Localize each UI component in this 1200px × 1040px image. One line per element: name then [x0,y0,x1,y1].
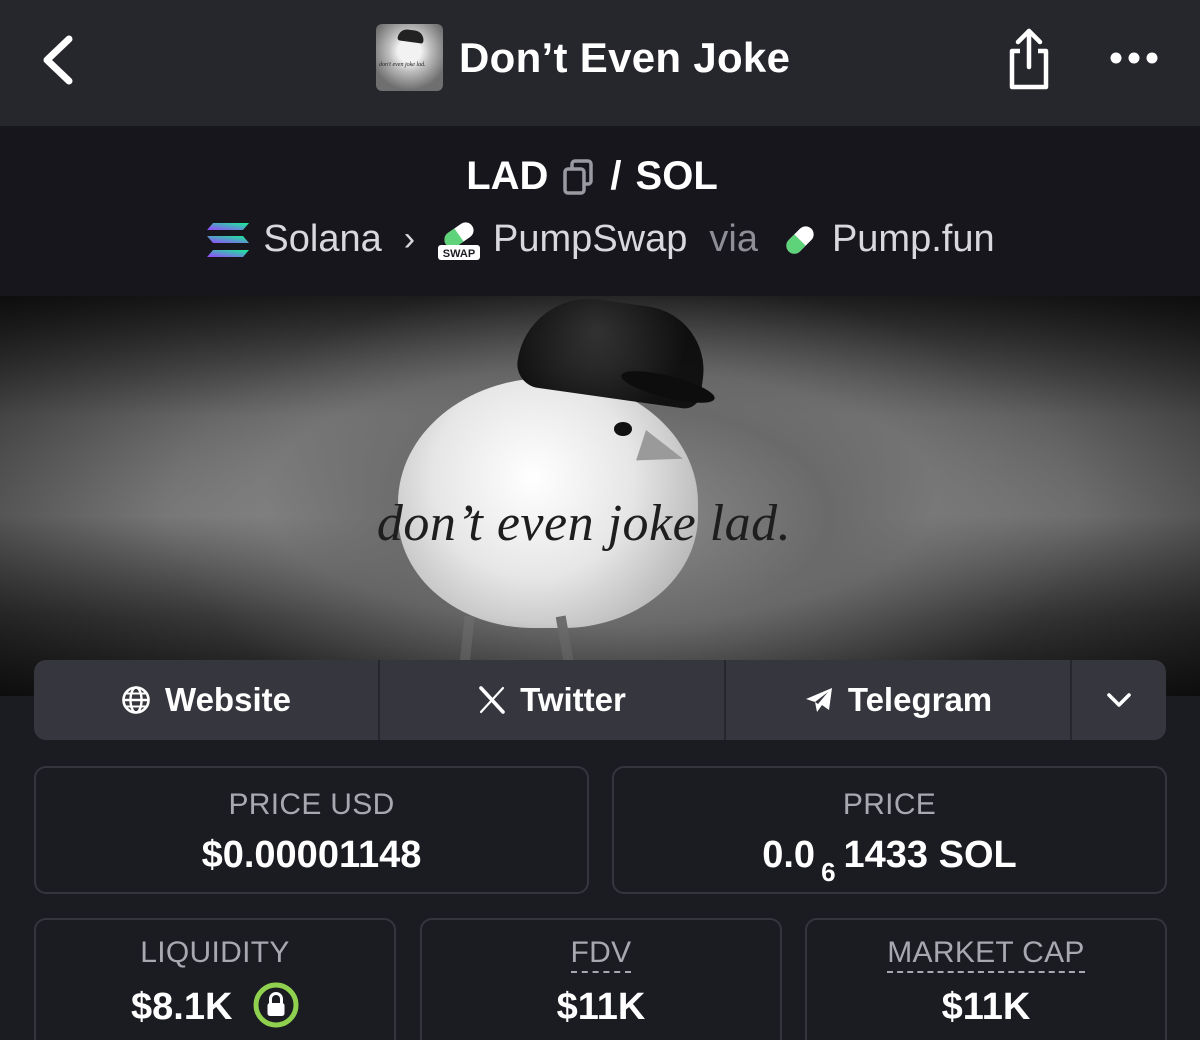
pumpfun-pill-icon [786,225,814,254]
price-usd-card: PRICE USD $0.00001148 [34,766,589,894]
telegram-label: Telegram [847,681,993,718]
market-cap-label-wrap[interactable]: MARKET CAP [807,936,1165,973]
liquidity-lock-badge[interactable] [253,982,299,1028]
token-title: don't even joke lad. Don’t Even Joke [376,24,790,91]
twitter-button[interactable]: Twitter [380,660,726,740]
market-cap-value: $11K [941,986,1031,1028]
fdv-label-wrap[interactable]: FDV [422,936,780,973]
token-banner-image: don’t even joke lad. [0,296,1200,696]
svg-text:SWAP: SWAP [443,248,475,260]
chain-breadcrumb: Solana › SWAP PumpSwap via Pump.fun [0,218,1200,261]
dex-link[interactable]: SWAP PumpSwap [437,218,687,261]
pair-symbols: LAD / SOL [0,154,1184,199]
pumpswap-icon: SWAP [438,221,481,260]
share-button[interactable] [1000,24,1058,94]
price-native-value: 0.0 6 1433 SOL [614,834,1165,887]
dex-name: PumpSwap [493,218,688,260]
price-usd-label: PRICE USD [228,788,395,821]
base-symbol: LAD [466,154,549,198]
market-cap-label: MARKET CAP [887,936,1085,973]
more-links-dropdown[interactable] [1072,660,1166,740]
price-prefix: 0.0 [762,834,816,876]
globe-icon [122,686,150,714]
price-native-card: PRICE 0.0 6 1433 SOL [612,766,1167,894]
price-native-label: PRICE [842,788,937,821]
copy-address-button[interactable] [562,157,596,197]
back-button[interactable] [30,28,86,92]
top-bar: don't even joke lad. Don’t Even Joke [0,0,1200,126]
liquidity-value: $8.1K [131,986,233,1029]
more-horizontal-icon [1110,52,1158,64]
pair-separator: / [610,154,622,198]
chevron-left-icon [43,35,73,85]
chevron-down-icon [1107,693,1131,707]
share-icon [1009,28,1049,90]
chain-link[interactable]: Solana [205,218,382,261]
fdv-card: FDV $11K [420,918,782,1040]
twitter-label: Twitter [520,681,626,718]
via-label: via [709,218,758,260]
telegram-button[interactable]: Telegram [726,660,1072,740]
liquidity-value-row: $8.1K [36,982,394,1032]
lock-icon [253,982,299,1028]
chevron-right-icon: › [403,220,416,258]
launchpad-name: Pump.fun [831,218,995,260]
launchpad-link[interactable]: Pump.fun [780,218,995,261]
solana-icon [207,222,250,257]
market-cap-card: MARKET CAP $11K [805,918,1167,1040]
website-label: Website [165,681,291,718]
price-usd-value: $0.00001148 [201,834,422,876]
token-avatar: don't even joke lad. [376,24,443,91]
chain-name: Solana [263,218,382,260]
page-title: Don’t Even Joke [459,33,791,81]
price-zero-count: 6 [821,857,836,887]
liquidity-label: LIQUIDITY [140,936,290,969]
x-logo-icon [479,686,505,714]
telegram-icon [805,688,832,712]
fdv-label: FDV [570,936,632,973]
price-suffix: 1433 SOL [843,834,1017,876]
fdv-value: $11K [556,986,646,1028]
copy-icon [563,158,594,195]
liquidity-card: LIQUIDITY $8.1K [34,918,396,1040]
pair-info: LAD / SOL Solana › SWAP PumpSwap via Pum… [0,126,1200,296]
banner-caption: don’t even joke lad. [376,495,792,552]
social-links: Website Twitter Telegram [34,660,1166,740]
website-button[interactable]: Website [34,660,380,740]
quote-symbol: SOL [635,154,718,198]
more-button[interactable] [1104,36,1164,80]
